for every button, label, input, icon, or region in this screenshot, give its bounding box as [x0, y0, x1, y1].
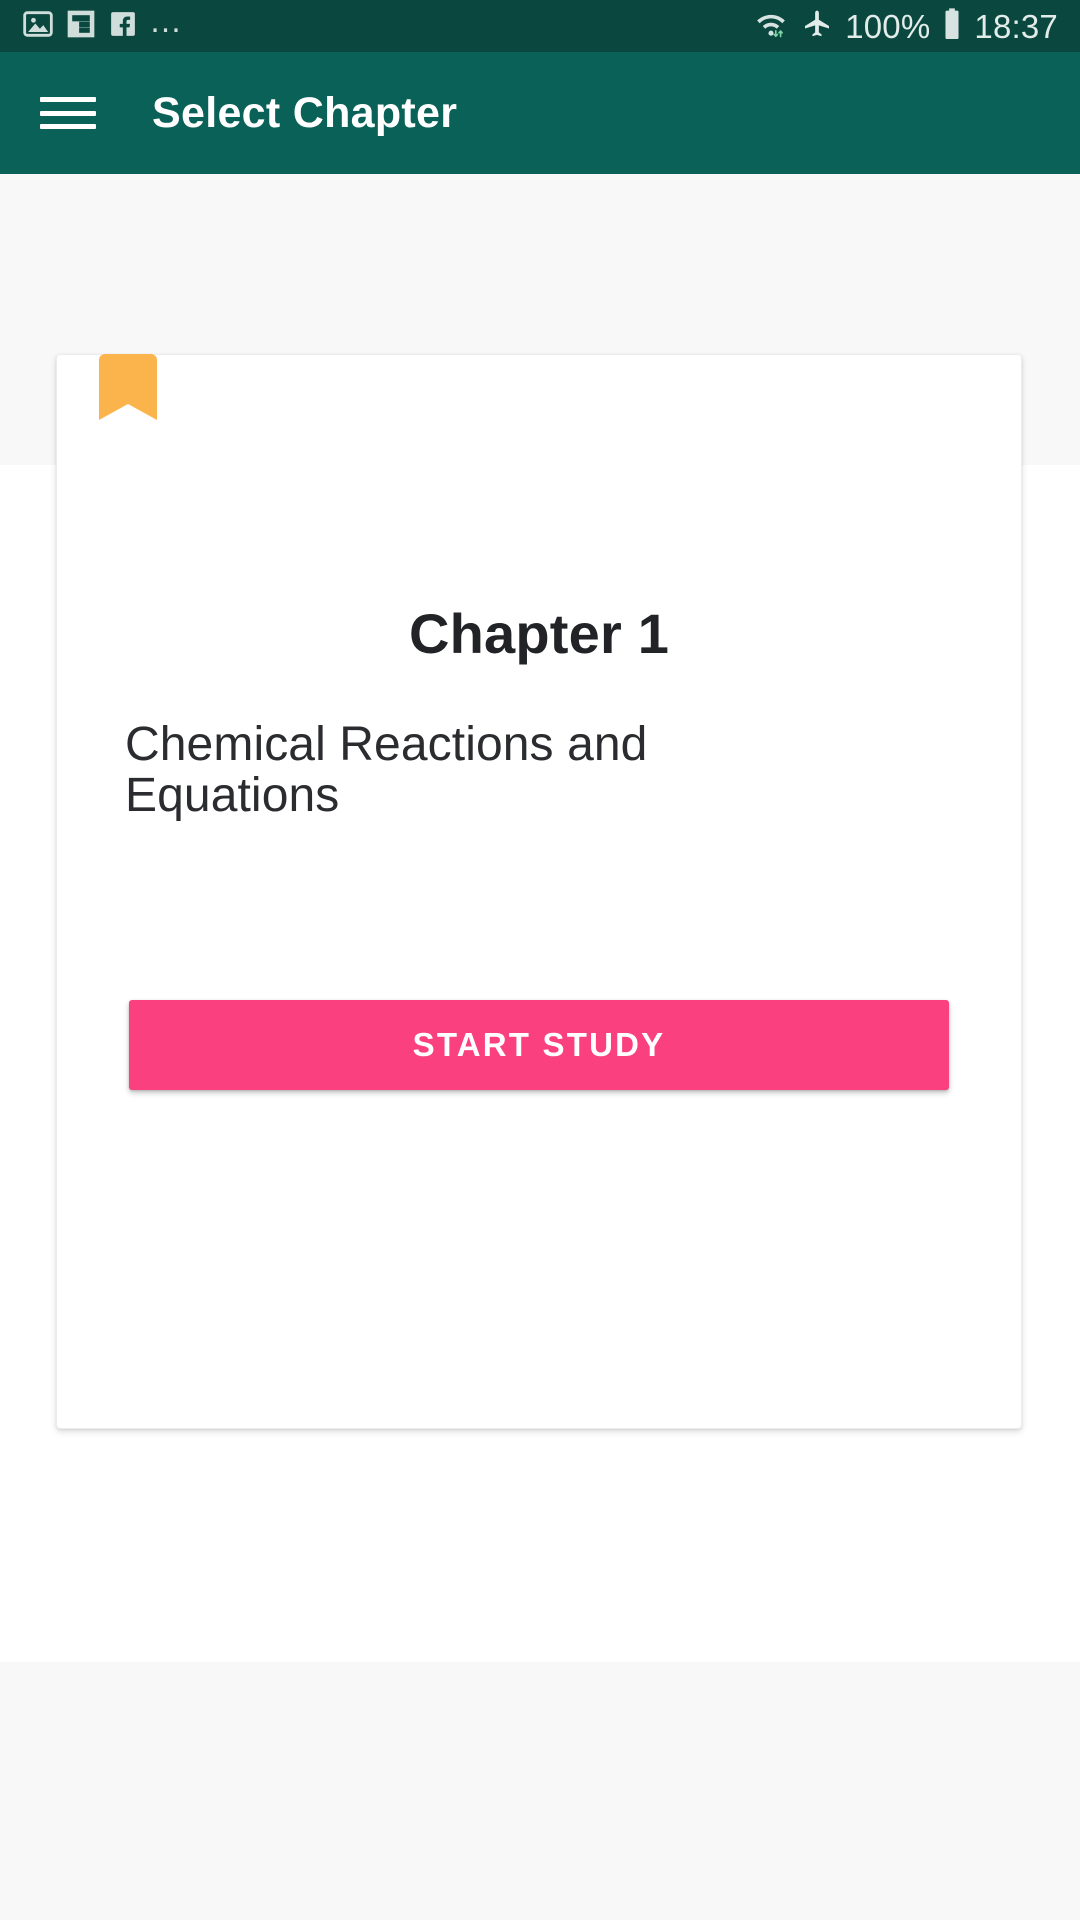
status-bar-system-icons: 100% 18:37 [753, 7, 1058, 46]
chapter-name-subtitle: Chemical Reactions and Equations [125, 718, 648, 823]
clock-label: 18:37 [974, 7, 1058, 45]
hamburger-menu-icon[interactable] [40, 93, 96, 133]
flipboard-icon [65, 8, 97, 45]
overflow-ellipsis-icon: … [149, 2, 184, 40]
bookmark-icon [99, 354, 157, 420]
chapter-card[interactable]: Chapter 1 Chemical Reactions and Equatio… [56, 354, 1022, 1429]
page-title: Select Chapter [152, 88, 458, 137]
status-bar: … 100% 18:37 [0, 0, 1080, 52]
app-bar: Select Chapter [0, 52, 1080, 174]
facebook-icon [108, 9, 138, 44]
battery-percent-label: 100% [845, 7, 931, 45]
photo-icon [22, 8, 54, 45]
chapter-number-title: Chapter 1 [408, 602, 670, 665]
hamburger-bar-3 [40, 124, 96, 129]
hamburger-bar-2 [40, 110, 96, 116]
start-study-button[interactable]: START STUDY [129, 1000, 949, 1090]
hamburger-bar-1 [40, 97, 96, 102]
wifi-icon [753, 8, 789, 45]
battery-full-icon [941, 7, 963, 46]
status-bar-notification-icons: … [22, 2, 184, 45]
airplane-mode-icon [800, 8, 834, 45]
